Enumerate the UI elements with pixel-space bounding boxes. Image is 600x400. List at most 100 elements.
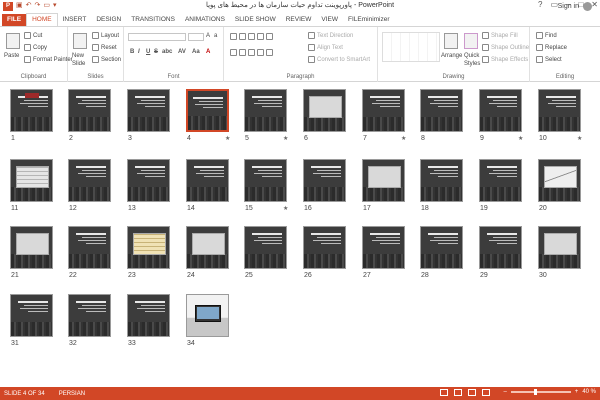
animation-star-icon[interactable]: ★ xyxy=(283,205,288,212)
select-button[interactable]: Select xyxy=(536,56,562,63)
slide-thumbnail[interactable] xyxy=(420,89,463,132)
slide-thumbnail[interactable] xyxy=(362,89,405,132)
layout-button[interactable]: Layout xyxy=(92,32,119,39)
redo-icon[interactable]: ↷ xyxy=(35,1,41,11)
sign-in[interactable]: Sign in xyxy=(558,2,592,11)
find-button[interactable]: Find xyxy=(536,32,557,39)
shrink-font-icon[interactable]: a xyxy=(214,33,217,39)
character-spacing-button[interactable]: AV xyxy=(178,49,186,55)
slide-thumbnail[interactable] xyxy=(68,226,111,269)
underline-button[interactable]: U xyxy=(146,49,150,55)
shadow-button[interactable]: abc xyxy=(162,49,172,55)
close-icon[interactable]: ✕ xyxy=(591,0,598,9)
sign-in-label[interactable]: Sign in xyxy=(558,3,579,10)
shapes-gallery[interactable] xyxy=(382,32,440,62)
slide-thumbnail[interactable] xyxy=(127,226,170,269)
font-name-combo[interactable] xyxy=(128,33,186,41)
slide-thumbnail[interactable] xyxy=(303,226,346,269)
animation-star-icon[interactable]: ★ xyxy=(518,135,523,142)
slide-thumbnail[interactable] xyxy=(362,159,405,202)
slide-thumbnail[interactable] xyxy=(303,159,346,202)
quick-styles-button[interactable]: Quick xyxy=(464,53,479,59)
normal-view-icon[interactable] xyxy=(440,389,448,396)
slide-thumbnail[interactable] xyxy=(10,226,53,269)
slide-thumbnail[interactable] xyxy=(68,294,111,337)
new-slide-icon[interactable] xyxy=(73,33,87,49)
slide-thumbnail[interactable] xyxy=(538,89,581,132)
undo-icon[interactable]: ↶ xyxy=(26,1,32,11)
reading-view-icon[interactable] xyxy=(468,389,476,396)
italic-button[interactable]: I xyxy=(138,49,140,55)
tab-animations[interactable]: ANIMATIONS xyxy=(180,14,230,26)
zoom-out-button[interactable]: – xyxy=(503,389,506,395)
slide-thumbnail[interactable] xyxy=(127,294,170,337)
slide-thumbnail[interactable] xyxy=(479,159,522,202)
shape-effects-button[interactable]: Shape Effects xyxy=(482,56,528,63)
paste-button[interactable]: Paste xyxy=(4,53,19,59)
slide-show-view-icon[interactable] xyxy=(482,389,490,396)
new-slide-dropdown[interactable]: Slide xyxy=(72,61,85,67)
tab-view[interactable]: VIEW xyxy=(316,14,343,26)
tab-home[interactable]: HOME xyxy=(26,13,58,26)
slide-thumbnail[interactable] xyxy=(186,159,229,202)
animation-star-icon[interactable]: ★ xyxy=(577,135,582,142)
arrange-button[interactable]: Arrange xyxy=(441,53,462,59)
align-icons[interactable] xyxy=(230,49,273,56)
slide-thumbnail[interactable] xyxy=(127,89,170,132)
tab-slide-show[interactable]: SLIDE SHOW xyxy=(230,14,281,26)
slide-sorter-view-icon[interactable] xyxy=(454,389,462,396)
slide-thumbnail[interactable] xyxy=(420,159,463,202)
convert-smartart-button[interactable]: Convert to SmartArt xyxy=(308,56,370,63)
slide-thumbnail[interactable] xyxy=(244,226,287,269)
zoom-slider[interactable] xyxy=(510,389,571,395)
format-painter-button[interactable]: Format Painter xyxy=(24,56,73,63)
present-icon[interactable]: ▭ xyxy=(43,1,50,11)
tab-transitions[interactable]: TRANSITIONS xyxy=(126,14,180,26)
slide-thumbnail[interactable] xyxy=(538,159,581,202)
slide-thumbnail[interactable] xyxy=(186,89,229,132)
slide-thumbnail[interactable] xyxy=(303,89,346,132)
quick-styles-icon[interactable] xyxy=(464,33,478,49)
slide-thumbnail[interactable] xyxy=(127,159,170,202)
copy-button[interactable]: Copy xyxy=(24,44,47,51)
slide-thumbnail[interactable] xyxy=(479,89,522,132)
help-icon[interactable]: ? xyxy=(538,0,542,9)
font-color-button[interactable]: A xyxy=(206,49,210,55)
slide-thumbnail[interactable] xyxy=(538,226,581,269)
tab-file[interactable]: FILE xyxy=(2,14,27,26)
slide-thumbnail[interactable] xyxy=(186,294,229,337)
replace-button[interactable]: Replace xyxy=(536,44,567,51)
quick-styles-dropdown[interactable]: Styles xyxy=(464,61,480,67)
section-button[interactable]: Section xyxy=(92,56,121,63)
tab-design[interactable]: DESIGN xyxy=(91,14,126,26)
change-case-button[interactable]: Aa xyxy=(192,49,200,55)
bullets-icon[interactable] xyxy=(230,33,273,40)
slide-thumbnail[interactable] xyxy=(420,226,463,269)
zoom-slider-thumb[interactable] xyxy=(533,389,537,395)
tab-insert[interactable]: INSERT xyxy=(58,14,92,26)
align-text-button[interactable]: Align Text xyxy=(308,44,343,51)
new-slide-button[interactable]: New xyxy=(72,53,84,59)
tab-review[interactable]: REVIEW xyxy=(281,14,317,26)
arrange-icon[interactable] xyxy=(444,33,458,49)
grow-font-icon[interactable]: A xyxy=(206,33,210,39)
slide-thumbnail[interactable] xyxy=(244,89,287,132)
font-size-combo[interactable] xyxy=(188,33,204,41)
animation-star-icon[interactable]: ★ xyxy=(283,135,288,142)
shape-fill-button[interactable]: Shape Fill xyxy=(482,32,518,39)
text-direction-button[interactable]: Text Direction xyxy=(308,32,353,39)
slide-thumbnail[interactable] xyxy=(68,89,111,132)
bold-button[interactable]: B xyxy=(130,49,134,55)
strikethrough-button[interactable]: S xyxy=(154,49,158,55)
shape-outline-button[interactable]: Shape Outline xyxy=(482,44,529,51)
animation-star-icon[interactable]: ★ xyxy=(225,135,230,142)
paste-icon[interactable] xyxy=(6,33,20,49)
slide-thumbnail[interactable] xyxy=(479,226,522,269)
customize-icon[interactable]: ▾ xyxy=(53,1,57,11)
slide-thumbnail[interactable] xyxy=(244,159,287,202)
slide-thumbnail[interactable] xyxy=(68,159,111,202)
cut-button[interactable]: Cut xyxy=(24,32,42,39)
slide-thumbnail[interactable] xyxy=(10,89,53,132)
save-icon[interactable]: ▣ xyxy=(16,1,23,11)
zoom-level[interactable]: 40 % xyxy=(582,389,596,395)
